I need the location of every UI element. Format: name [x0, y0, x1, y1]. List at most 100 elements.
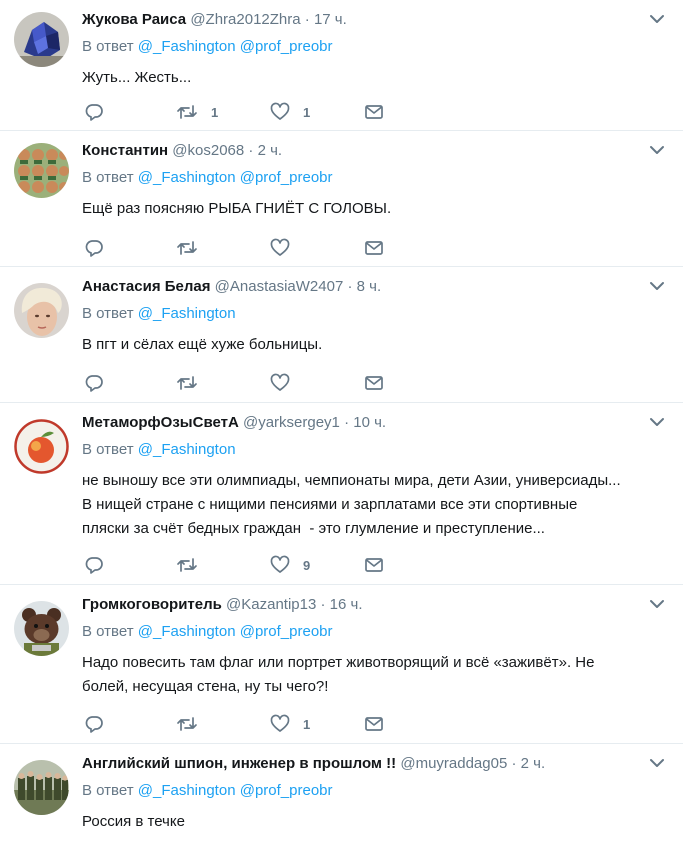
separator-dot: · [320, 596, 326, 613]
direct-message-icon [364, 238, 384, 258]
author-name[interactable]: Жукова Раиса [82, 11, 186, 28]
timestamp[interactable]: 10 ч. [353, 414, 386, 431]
tweet[interactable]: Константин @kos2068 · 2 ч. В ответ @_Fas… [0, 131, 683, 267]
like-button[interactable]: 1 [270, 714, 310, 734]
like-button[interactable]: 9 [270, 555, 310, 575]
tweet-text: Жуть... Жесть... [82, 66, 672, 90]
direct-message-button[interactable] [364, 373, 384, 393]
reply-to-label: В ответ [82, 782, 134, 799]
tweet-text-line: Ещё раз поясняю РЫБА ГНИЁТ С ГОЛОВЫ. [82, 200, 392, 217]
chevron-down-icon[interactable] [649, 12, 665, 24]
like-count: 1 [303, 104, 311, 120]
tweet-actions: 9 [82, 555, 384, 575]
tweet-actions: 1 [82, 714, 384, 734]
direct-message-button[interactable] [364, 714, 384, 734]
reply-button[interactable] [84, 238, 104, 258]
reply-button[interactable] [84, 714, 104, 734]
tweet[interactable]: Английский шпион, инженер в прошлом !! @… [0, 744, 683, 841]
chevron-down-icon[interactable] [649, 415, 665, 427]
tweet-text: В пгт и сёлах ещё хуже больницы. [82, 333, 672, 357]
mention-link[interactable]: @_Fashington [138, 441, 236, 458]
like-icon [270, 102, 290, 122]
retweet-icon [176, 555, 198, 575]
retweet-button[interactable] [176, 714, 211, 734]
author-name[interactable]: Громкоговоритель [82, 596, 222, 613]
author-handle[interactable]: @muyraddag05 [400, 755, 507, 772]
reply-button[interactable] [84, 555, 104, 575]
reply-button[interactable] [84, 102, 104, 122]
mention-link[interactable]: @_Fashington [138, 782, 236, 799]
separator-dot: · [304, 11, 310, 28]
mention-link[interactable]: @prof_preobr [240, 38, 333, 55]
retweet-button[interactable] [176, 238, 211, 258]
tweet-text: не выношу все эти олимпиады, чемпионаты … [82, 469, 672, 541]
tweet[interactable]: Анастасия Белая @AnastasiaW2407 · 8 ч. В… [0, 267, 683, 403]
chevron-down-icon[interactable] [649, 756, 665, 768]
reply-icon [84, 555, 104, 575]
mention-link[interactable]: @_Fashington [138, 305, 236, 322]
tweet-text-line: Россия в течке [82, 813, 185, 830]
avatar[interactable] [14, 12, 69, 67]
author-name[interactable]: Константин [82, 142, 168, 159]
soldiers-group-avatar [14, 760, 69, 815]
mention-link[interactable]: @_Fashington [138, 169, 236, 186]
avatar[interactable] [14, 283, 69, 338]
fish-grid-avatar [14, 143, 69, 198]
timestamp[interactable]: 8 ч. [357, 278, 382, 295]
direct-message-icon [364, 373, 384, 393]
mention-link[interactable]: @prof_preobr [240, 623, 333, 640]
reply-to-label: В ответ [82, 305, 134, 322]
author-handle[interactable]: @kos2068 [172, 142, 244, 159]
retweet-icon [176, 238, 198, 258]
retweet-button[interactable] [176, 373, 211, 393]
author-handle[interactable]: @Kazantip13 [226, 596, 316, 613]
retweet-icon [176, 373, 198, 393]
reply-icon [84, 238, 104, 258]
tweet-text-line: Жуть... Жесть... [82, 69, 192, 86]
author-name[interactable]: Анастасия Белая [82, 278, 211, 295]
like-icon [270, 714, 290, 734]
tweet-text-line: не выношу все эти олимпиады, чемпионаты … [82, 472, 621, 489]
chevron-down-icon[interactable] [649, 143, 665, 155]
avatar[interactable] [14, 601, 69, 656]
retweet-button[interactable] [176, 555, 211, 575]
author-name[interactable]: Английский шпион, инженер в прошлом !! [82, 755, 396, 772]
direct-message-button[interactable] [364, 238, 384, 258]
tweet[interactable]: МетаморфОзыСветА @yarksergey1 · 10 ч. В … [0, 403, 683, 585]
direct-message-icon [364, 555, 384, 575]
tweet-actions: 1 1 [82, 102, 384, 122]
direct-message-button[interactable] [364, 555, 384, 575]
mention-link[interactable]: @prof_preobr [240, 782, 333, 799]
avatar[interactable] [14, 760, 69, 815]
tweet[interactable]: Громкоговоритель @Kazantip13 · 16 ч. В о… [0, 585, 683, 744]
timestamp[interactable]: 2 ч. [258, 142, 283, 159]
direct-message-button[interactable] [364, 102, 384, 122]
reply-to-label: В ответ [82, 441, 134, 458]
author-handle[interactable]: @AnastasiaW2407 [215, 278, 344, 295]
chevron-down-icon[interactable] [649, 597, 665, 609]
author-handle[interactable]: @Zhra2012Zhra [190, 11, 300, 28]
mention-link[interactable]: @_Fashington [138, 38, 236, 55]
chevron-down-icon[interactable] [649, 279, 665, 291]
author-name[interactable]: МетаморфОзыСветА [82, 414, 239, 431]
timestamp[interactable]: 16 ч. [330, 596, 363, 613]
mention-link[interactable]: @_Fashington [138, 623, 236, 640]
direct-message-icon [364, 714, 384, 734]
like-button[interactable] [270, 238, 303, 258]
tweet-text: Россия в течке [82, 810, 672, 834]
blonde-woman-avatar [14, 283, 69, 338]
mention-link[interactable]: @prof_preobr [240, 169, 333, 186]
like-button[interactable]: 1 [270, 102, 310, 122]
retweet-button[interactable]: 1 [176, 102, 218, 122]
author-handle[interactable]: @yarksergey1 [243, 414, 340, 431]
apple-avatar [14, 419, 69, 474]
timestamp[interactable]: 2 ч. [521, 755, 546, 772]
reply-button[interactable] [84, 373, 104, 393]
tweet-actions [82, 238, 384, 258]
timestamp[interactable]: 17 ч. [314, 11, 347, 28]
tweet[interactable]: Жукова Раиса @Zhra2012Zhra · 17 ч. В отв… [0, 0, 683, 131]
retweet-count: 1 [211, 104, 219, 120]
like-button[interactable] [270, 373, 303, 393]
avatar[interactable] [14, 143, 69, 198]
avatar[interactable] [14, 419, 69, 474]
